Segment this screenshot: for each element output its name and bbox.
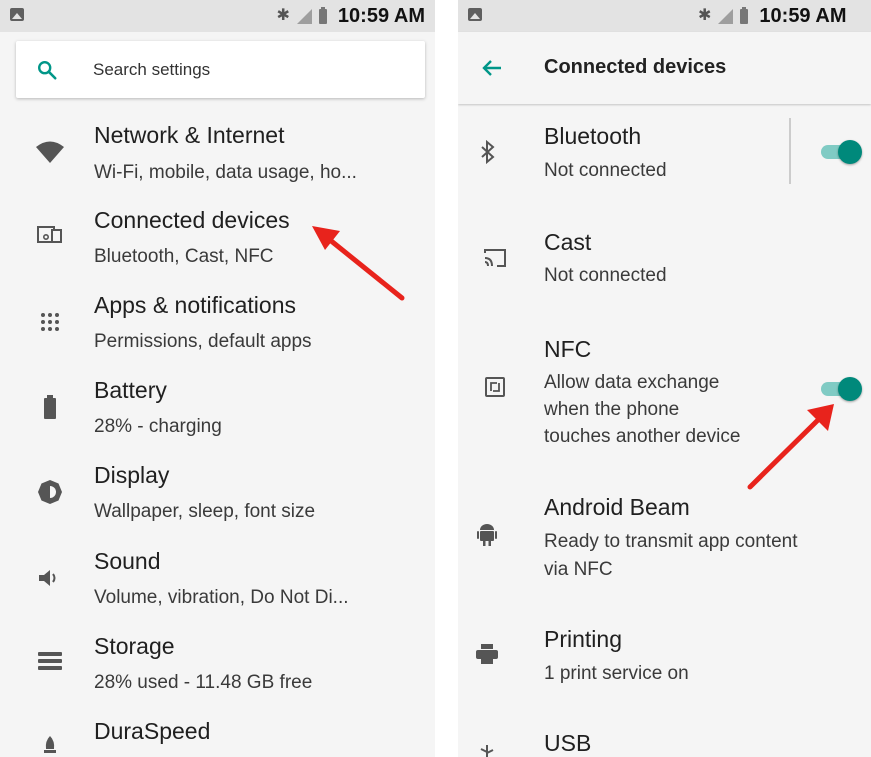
status-bar: ✱ 10:59 AM bbox=[458, 0, 871, 32]
item-title: Bluetooth bbox=[544, 123, 642, 149]
item-subtitle-line: when the phone bbox=[544, 399, 680, 420]
item-subtitle: 1 print service on bbox=[544, 663, 689, 684]
item-subtitle-line: Allow data exchange bbox=[544, 372, 720, 393]
item-subtitle: Bluetooth, Cast, NFC bbox=[94, 246, 274, 267]
item-subtitle: Wi-Fi, mobile, data usage, ho... bbox=[94, 162, 357, 183]
gallery-icon bbox=[468, 8, 482, 21]
item-title: Connected devices bbox=[94, 207, 290, 233]
toggle-thumb bbox=[838, 377, 862, 401]
nfc-toggle[interactable] bbox=[817, 374, 863, 404]
signal-icon bbox=[718, 8, 734, 24]
brightness-icon bbox=[38, 480, 62, 504]
android-icon bbox=[477, 524, 497, 546]
battery-status-icon bbox=[740, 6, 749, 24]
page-title: Connected devices bbox=[544, 56, 727, 78]
item-subtitle-line: via NFC bbox=[544, 559, 613, 580]
status-icons: ✱ 10:59 AM bbox=[698, 4, 847, 27]
item-subtitle: Volume, vibration, Do Not Di... bbox=[94, 587, 349, 608]
item-title: DuraSpeed bbox=[94, 718, 211, 744]
signal-icon bbox=[296, 8, 312, 24]
bluetooth-status-icon: ✱ bbox=[698, 7, 712, 24]
item-title: Network & Internet bbox=[94, 122, 285, 148]
item-title: Battery bbox=[94, 377, 167, 403]
toggle-thumb bbox=[838, 140, 862, 164]
apps-grid-icon bbox=[41, 313, 59, 331]
item-title: Apps & notifications bbox=[94, 292, 297, 318]
item-title: Android Beam bbox=[544, 494, 690, 520]
item-title: Printing bbox=[544, 626, 622, 652]
divider bbox=[789, 118, 791, 184]
search-bar[interactable]: Search settings bbox=[16, 41, 425, 98]
printer-icon bbox=[476, 644, 498, 664]
gallery-icon bbox=[10, 8, 24, 21]
storage-icon bbox=[38, 652, 62, 670]
search-placeholder: Search settings bbox=[93, 60, 211, 79]
item-subtitle: Not connected bbox=[544, 160, 667, 181]
connected-devices-screen: ✱ 10:59 AM Connected devices Bluetooth N… bbox=[458, 0, 871, 757]
status-icons: ✱ 10:59 AM bbox=[276, 4, 425, 27]
item-title: Sound bbox=[94, 548, 161, 574]
item-title: Cast bbox=[544, 229, 592, 255]
app-bar: Connected devices bbox=[458, 32, 871, 104]
status-time: 10:59 AM bbox=[337, 4, 425, 27]
volume-icon bbox=[39, 570, 56, 586]
item-subtitle: Wallpaper, sleep, font size bbox=[94, 501, 316, 522]
battery-icon bbox=[44, 395, 56, 419]
item-subtitle: 28% used - 11.48 GB free bbox=[94, 672, 313, 693]
bluetooth-toggle[interactable] bbox=[817, 137, 863, 167]
item-title: USB bbox=[544, 730, 592, 756]
battery-status-icon bbox=[318, 6, 327, 24]
item-title: Display bbox=[94, 462, 170, 488]
wifi-icon bbox=[36, 141, 64, 163]
bluetooth-status-icon: ✱ bbox=[276, 7, 290, 24]
usb-icon bbox=[480, 745, 494, 757]
item-subtitle: Permissions, default apps bbox=[94, 331, 312, 352]
item-subtitle-line: touches another device bbox=[544, 426, 741, 447]
rocket-icon bbox=[44, 736, 56, 753]
nfc-icon bbox=[485, 377, 505, 397]
bluetooth-icon bbox=[481, 140, 495, 164]
settings-screen: ✱ 10:59 AM Search settings Network & Int… bbox=[0, 0, 435, 757]
status-bar: ✱ 10:59 AM bbox=[0, 0, 435, 32]
item-subtitle: 28% - charging bbox=[94, 416, 222, 437]
item-title: Storage bbox=[94, 633, 175, 659]
cast-icon bbox=[484, 249, 506, 267]
item-subtitle-line: Ready to transmit app content bbox=[544, 531, 798, 552]
item-title: NFC bbox=[544, 336, 592, 362]
search-icon bbox=[38, 61, 57, 80]
back-arrow-icon[interactable] bbox=[480, 56, 504, 80]
status-time: 10:59 AM bbox=[759, 4, 847, 27]
item-subtitle: Not connected bbox=[544, 265, 667, 286]
devices-icon bbox=[37, 226, 62, 243]
